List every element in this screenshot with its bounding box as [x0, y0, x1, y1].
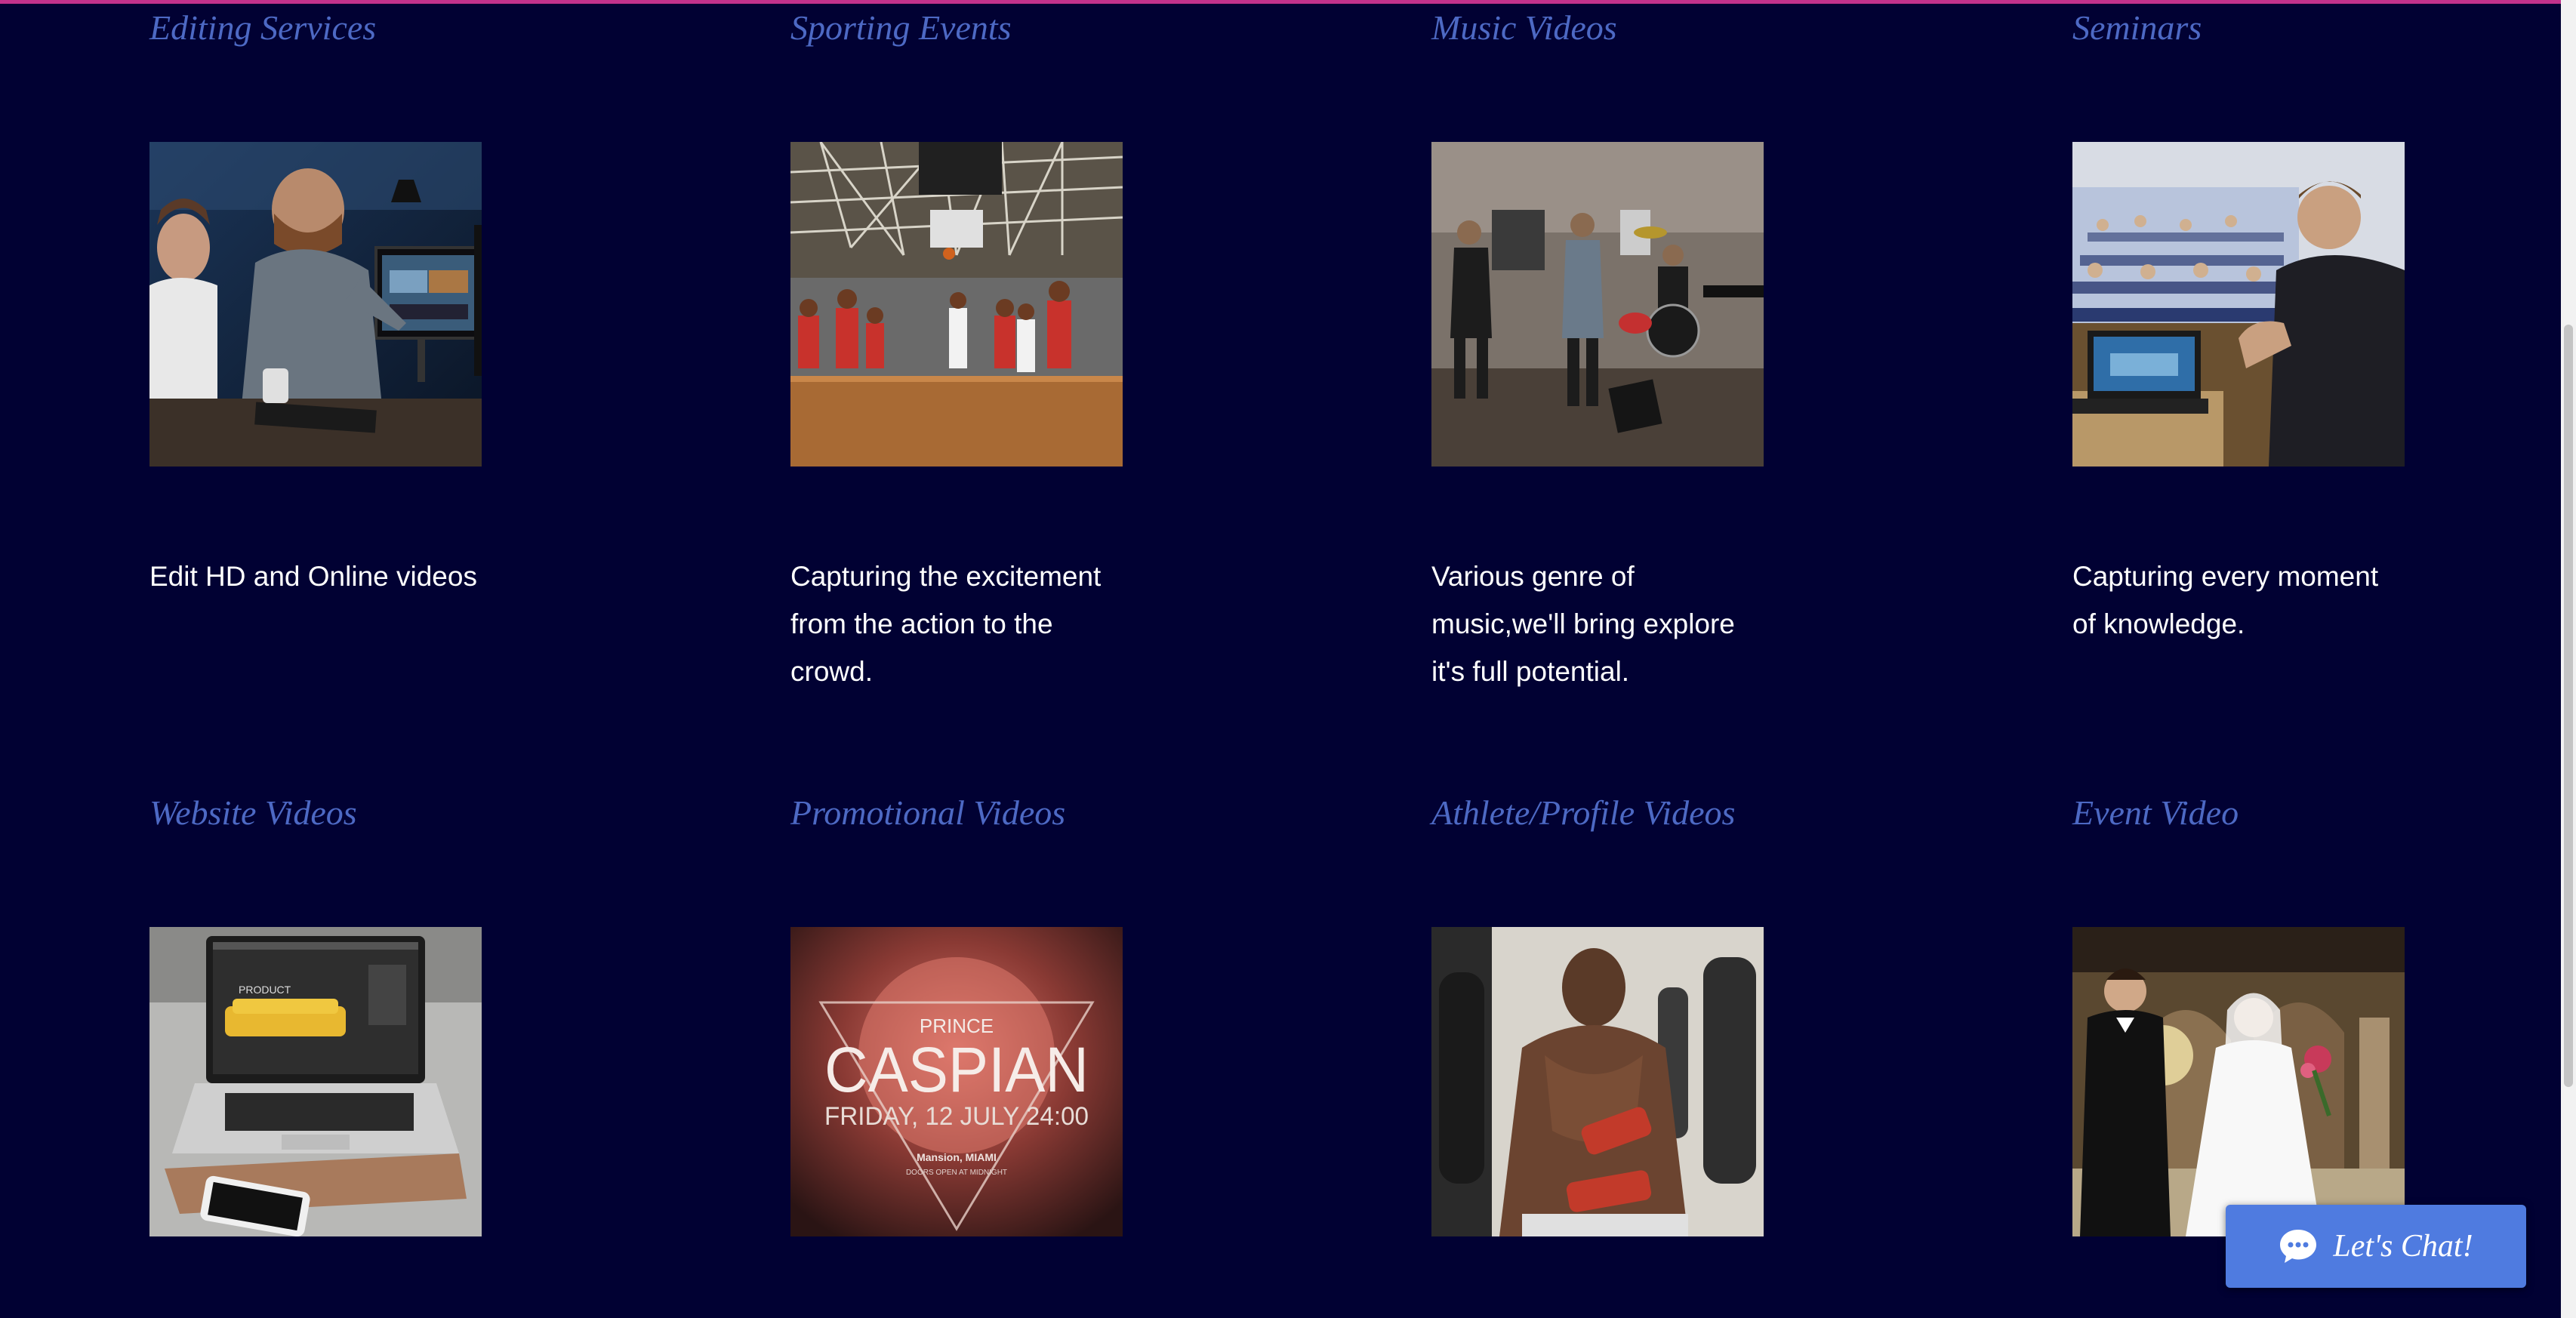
service-title: Athlete/Profile Videos	[1431, 793, 1736, 832]
poster-line4: Mansion, MIAMI	[917, 1151, 997, 1163]
service-description: Various genre of music,we'll bring explo…	[1431, 561, 1735, 687]
service-card-editing: Editing Services Edit HD and Online vide…	[149, 0, 482, 694]
poster-line3: FRIDAY, 12 JULY 24:00	[824, 1102, 1089, 1131]
service-photo	[149, 142, 482, 467]
chat-bubble-icon	[2279, 1228, 2318, 1264]
service-card-seminars: Seminars Capturing every moment of knowl…	[2072, 0, 2405, 694]
service-card-promotional: Promotional Videos PRINCE CASPIAN FRIDAY…	[790, 785, 1123, 1268]
service-card-event: Event Video	[2072, 785, 2405, 1268]
poster-line5: DOORS OPEN AT MIDNIGHT	[906, 1169, 1007, 1177]
service-description: Capturing every moment of knowledge.	[2072, 561, 2379, 639]
service-title: Music Videos	[1431, 8, 1617, 47]
service-title: Event Video	[2072, 793, 2239, 832]
service-title: Website Videos	[149, 793, 357, 832]
lets-chat-button[interactable]: Let's Chat!	[2226, 1205, 2526, 1288]
service-photo	[790, 142, 1123, 467]
chat-label: Let's Chat!	[2333, 1229, 2473, 1264]
service-title: Sporting Events	[790, 8, 1012, 47]
service-card-sporting: Sporting Events Capturing the excitement…	[790, 0, 1123, 694]
service-description: Capturing the excitement from the action…	[790, 561, 1102, 687]
service-description: Edit HD and Online videos	[149, 561, 477, 592]
poster-line2: CASPIAN	[824, 1034, 1089, 1105]
service-title: Editing Services	[149, 8, 377, 47]
service-photo: PRODUCT	[149, 927, 482, 1252]
service-photo	[1431, 142, 1764, 467]
service-photo	[2072, 927, 2405, 1236]
service-title: Seminars	[2072, 8, 2202, 47]
service-photo: PRINCE CASPIAN FRIDAY, 12 JULY 24:00 Man…	[790, 927, 1123, 1236]
service-photo	[2072, 142, 2405, 467]
laptop-screen-text: PRODUCT	[239, 984, 291, 996]
service-card-athlete: Athlete/Profile Videos	[1431, 785, 1764, 1268]
scrollbar-thumb[interactable]	[2564, 325, 2573, 1087]
page-scrollbar[interactable]	[2561, 0, 2576, 1318]
service-photo	[1431, 927, 1764, 1236]
service-card-music: Music Videos Various genre of music,we'l…	[1431, 0, 1764, 694]
service-card-website: Website Videos PRODUCT	[149, 785, 482, 1268]
service-title: Promotional Videos	[790, 793, 1066, 832]
